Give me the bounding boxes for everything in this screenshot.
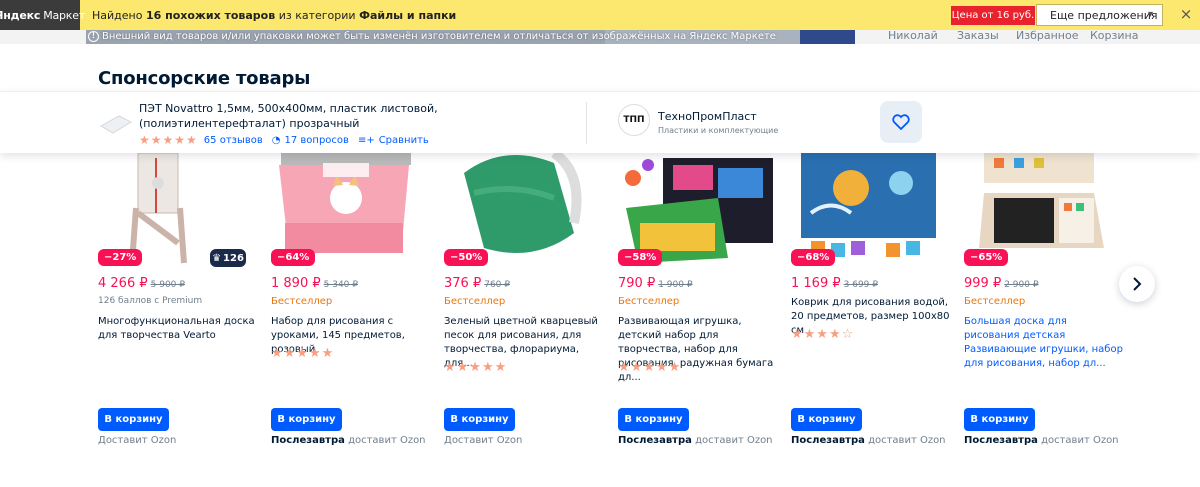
bestseller-badge: Бестселлер xyxy=(271,296,333,307)
delivery-info: Послезавтра доставит Ozon xyxy=(618,435,773,446)
price-from-button[interactable]: Цена от 16 руб. xyxy=(951,6,1035,25)
compare-link[interactable]: Сравнить xyxy=(379,135,429,146)
product-card[interactable]: −50% 376 ₽760 ₽ Бестселлер Зеленый цветн… xyxy=(444,153,604,483)
delivery-info: Послезавтра доставит Ozon xyxy=(964,435,1119,446)
info-icon: ! xyxy=(88,31,99,42)
header-nav-cart[interactable]: Корзина xyxy=(1090,29,1138,42)
seller-description: Пластики и комплектующие xyxy=(658,126,779,135)
heart-icon xyxy=(892,114,910,130)
close-icon[interactable]: × xyxy=(1178,6,1194,22)
yandex-market-logo[interactable]: ЯндексМаркет xyxy=(0,0,85,30)
delivery-info: Доставит Ozon xyxy=(98,435,177,446)
delivery-info: Послезавтра доставит Ozon xyxy=(271,435,426,446)
product-card[interactable]: −27% ♛ 126 4 266 ₽5 900 ₽ 126 баллов с Pr… xyxy=(98,153,258,483)
rating-stars: ★★★★★ xyxy=(271,346,335,361)
carousel-next-button[interactable] xyxy=(1119,266,1155,302)
discount-badge: −65% xyxy=(964,249,1009,266)
add-to-favorites-button[interactable] xyxy=(880,101,922,143)
add-to-cart-button[interactable]: В корзину xyxy=(618,408,689,431)
discount-badge: −27% xyxy=(98,249,143,266)
bestseller-badge: Бестселлер xyxy=(444,296,506,307)
product-name[interactable]: Многофункциональная доска для творчества… xyxy=(98,315,258,343)
add-to-cart-button[interactable]: В корзину xyxy=(98,408,169,431)
rating-stars: ★★★★★ xyxy=(618,360,682,375)
header-nav-orders[interactable]: Заказы xyxy=(957,29,999,42)
product-card[interactable]: −68% 1 169 ₽3 699 ₽ Коврик для рисования… xyxy=(791,153,951,483)
questions-icon: ◔ xyxy=(271,134,281,146)
header-nav-profile[interactable]: Николай xyxy=(888,29,938,42)
product-price: 999 ₽2 900 ₽ xyxy=(964,276,1039,291)
found-similar-text: Найдено 16 похожих товаров из категории … xyxy=(92,8,457,22)
rating-stars: ★★★★☆ xyxy=(791,327,855,342)
discount-badge: −50% xyxy=(444,249,489,266)
divider xyxy=(586,102,587,144)
premium-points: 126 баллов с Premium xyxy=(98,296,203,306)
sponsored-product-bar[interactable]: ПЭТ Novattro 1,5мм, 500х400мм, пластик л… xyxy=(0,91,1200,153)
chevron-right-icon xyxy=(1133,277,1142,291)
add-to-cart-button[interactable]: В корзину xyxy=(444,408,515,431)
product-thumbnail[interactable] xyxy=(99,112,133,136)
discount-badge: −58% xyxy=(618,249,663,266)
questions-link[interactable]: 17 вопросов xyxy=(285,135,349,146)
discount-badge: −64% xyxy=(271,249,316,266)
delivery-info: Послезавтра доставит Ozon xyxy=(791,435,946,446)
header-nav-favorites[interactable]: Избранное xyxy=(1016,29,1078,42)
more-offers-dropdown[interactable]: Еще предложения ▾ xyxy=(1036,4,1163,26)
rating-stars: ★★★★★ xyxy=(139,133,198,147)
seller-logo[interactable]: ТПП xyxy=(618,104,650,136)
seller-name[interactable]: ТехноПромПласт xyxy=(658,110,757,123)
product-price: 1 169 ₽3 699 ₽ xyxy=(791,276,878,291)
sponsored-product-title[interactable]: ПЭТ Novattro 1,5мм, 500х400мм, пластик л… xyxy=(139,101,579,131)
delivery-info: Доставит Ozon xyxy=(444,435,523,446)
add-to-cart-button[interactable]: В корзину xyxy=(271,408,342,431)
discount-badge: −68% xyxy=(791,249,836,266)
product-name[interactable]: Большая доска для рисования детская Разв… xyxy=(964,315,1124,371)
rating-stars: ★★★★★ xyxy=(444,360,508,375)
section-title: Спонсорские товары xyxy=(98,68,311,89)
add-to-cart-button[interactable]: В корзину xyxy=(791,408,862,431)
add-to-cart-button[interactable]: В корзину xyxy=(964,408,1035,431)
product-price: 1 890 ₽5 340 ₽ xyxy=(271,276,358,291)
product-price: 4 266 ₽5 900 ₽ xyxy=(98,276,185,291)
chevron-down-icon: ▾ xyxy=(1147,9,1153,20)
product-card[interactable]: −58% 790 ₽1 900 ₽ Бестселлер Развивающая… xyxy=(618,153,778,483)
compare-icon: ≡+ xyxy=(357,134,375,146)
product-card[interactable]: −64% 1 890 ₽5 340 ₽ Бестселлер Набор для… xyxy=(271,153,431,483)
premium-crown-badge: ♛ 126 xyxy=(210,249,246,267)
bestseller-badge: Бестселлер xyxy=(618,296,680,307)
product-card[interactable]: −65% 999 ₽2 900 ₽ Бестселлер Большая дос… xyxy=(964,153,1124,483)
sponsored-product-meta: ★★★★★ 65 отзывов ◔ 17 вопросов ≡+ Сравни… xyxy=(139,133,429,147)
appearance-warning: ! Внешний вид товаров и/или упаковки мож… xyxy=(88,31,776,42)
product-price: 376 ₽760 ₽ xyxy=(444,276,510,291)
crown-icon: ♛ xyxy=(212,252,222,264)
reviews-link[interactable]: 65 отзывов xyxy=(204,135,263,146)
product-price: 790 ₽1 900 ₽ xyxy=(618,276,693,291)
bestseller-badge: Бестселлер xyxy=(964,296,1026,307)
